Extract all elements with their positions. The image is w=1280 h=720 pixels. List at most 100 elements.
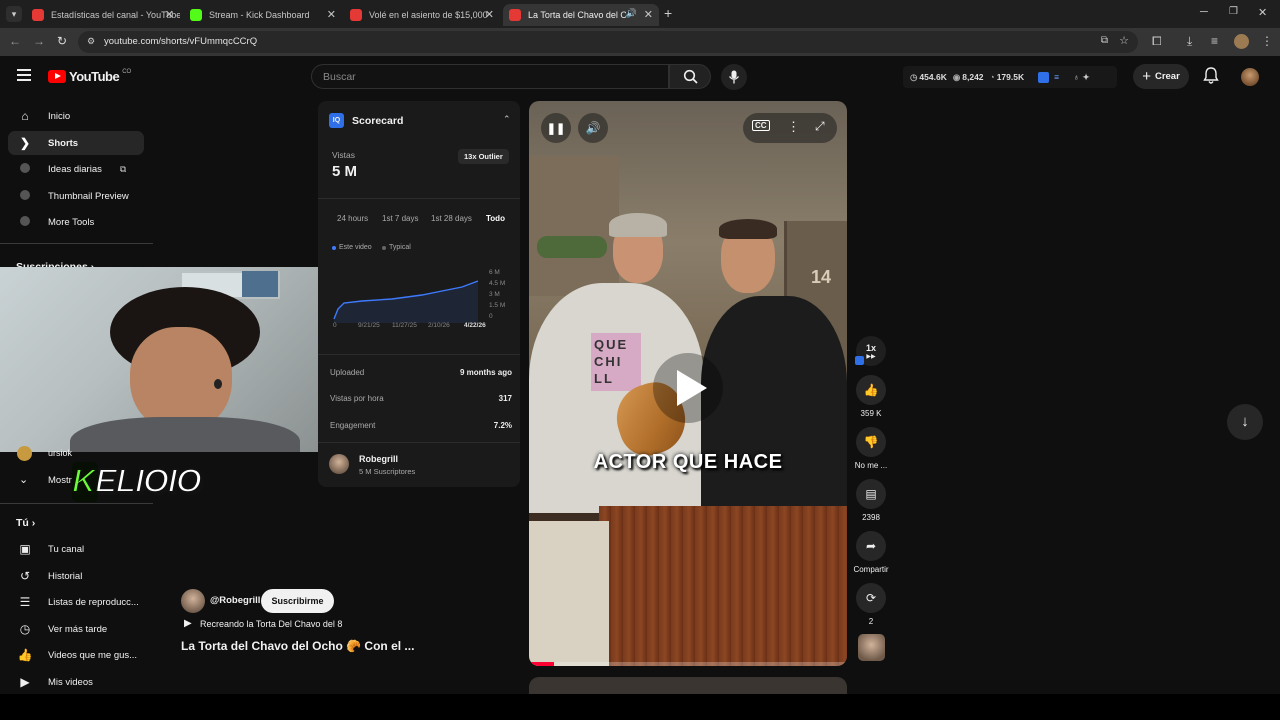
vidiq-icon xyxy=(16,162,34,176)
sidebar-item-ideas-diarias[interactable]: Ideas diarias ⧉ xyxy=(8,157,144,181)
youtube-logo[interactable]: YouTube CO xyxy=(48,69,131,84)
clock-icon: ◷ xyxy=(910,71,918,82)
back-icon[interactable]: ← xyxy=(9,34,21,48)
panel-divider xyxy=(318,198,520,199)
browser-toolbar: ← → ↻ ⚙ youtube.com/shorts/vFUmmqcCCrQ ⧉… xyxy=(0,28,1280,56)
captions-icon[interactable]: CC xyxy=(752,120,770,131)
hamburger-menu-icon[interactable] xyxy=(17,69,31,81)
close-tab-icon[interactable]: ✕ xyxy=(485,8,494,21)
play-overlay-button[interactable] xyxy=(653,353,723,423)
close-tab-icon[interactable]: ✕ xyxy=(165,8,174,21)
external-link-icon: ⧉ xyxy=(119,163,127,174)
collapse-chevron-icon[interactable]: ⌃ xyxy=(503,114,511,125)
sidebar-item-label: Shorts xyxy=(48,137,79,149)
chrome-menu-icon[interactable]: ⋮ xyxy=(1261,34,1273,48)
playlist-title[interactable]: Recreando la Torta Del Chavo del 8 xyxy=(200,619,342,629)
sidebar-item-mis-videos[interactable]: ▶ Mis videos xyxy=(8,670,144,694)
short-channel-handle[interactable]: @Robegrill xyxy=(210,595,260,606)
video-progress-fill xyxy=(529,662,555,666)
sidebar-item-liked-videos[interactable]: 👍 Videos que me gus... xyxy=(8,643,144,667)
range-tab-7d[interactable]: 1st 7 days xyxy=(382,214,418,223)
filter-icon[interactable]: ≡ xyxy=(1054,72,1059,82)
sidebar-item-historial[interactable]: ↺ Historial xyxy=(8,564,144,588)
subscription-name[interactable]: ursiok xyxy=(48,448,72,458)
subscribe-button[interactable]: Suscribirme xyxy=(261,589,334,613)
x-tick: 9/21/25 xyxy=(358,322,380,329)
speaker-icon[interactable]: 🔊 xyxy=(626,8,637,19)
share-button[interactable]: ➦ Compartir xyxy=(853,531,889,574)
you-heading[interactable]: Tú › xyxy=(16,517,35,529)
fullscreen-icon[interactable]: ⤢ xyxy=(815,119,825,134)
url-text[interactable]: youtube.com/shorts/vFUmmqcCCrQ xyxy=(104,36,257,47)
reload-icon[interactable]: ↻ xyxy=(57,34,67,48)
search-box[interactable]: Buscar xyxy=(311,64,669,89)
sidebar-item-inicio[interactable]: ⌂ Inicio xyxy=(8,104,144,128)
shorts-icon: ❯ xyxy=(19,136,31,150)
create-button[interactable]: + Crear xyxy=(1133,64,1189,89)
media-controls-icon[interactable]: ≡ xyxy=(1211,34,1218,48)
browser-tab-1[interactable]: Estadísticas del canal - YouTube ✕ xyxy=(26,4,180,26)
install-app-icon[interactable]: ⧉ xyxy=(1101,35,1108,46)
search-input[interactable]: Buscar xyxy=(323,71,356,83)
extensions-icon[interactable]: ⧠ xyxy=(1152,34,1162,49)
address-bar[interactable]: ⚙ youtube.com/shorts/vFUmmqcCCrQ ⧉ ☆ xyxy=(78,31,1138,53)
bookmark-star-icon[interactable]: ☆ xyxy=(1119,34,1129,47)
short-channel-avatar[interactable] xyxy=(181,589,205,613)
account-avatar[interactable] xyxy=(1241,68,1259,86)
vidiq-stats-bar[interactable]: ◷ 454.6K ◉ 8,242 ◔ 179.5K ≡ ♁ ✦ xyxy=(903,66,1117,88)
stat-label: Vistas por hora xyxy=(330,394,384,403)
download-icon[interactable]: ⤓ xyxy=(1187,34,1192,49)
close-tab-icon[interactable]: ✕ xyxy=(327,8,336,21)
audio-source-thumbnail[interactable] xyxy=(858,634,885,661)
video-progress-bar[interactable] xyxy=(529,662,847,666)
sidebar-item-playlists[interactable]: ☰ Listas de reproducc... xyxy=(8,590,144,614)
more-options-icon[interactable]: ⋮ xyxy=(787,119,800,135)
like-button[interactable]: 👍 359 K xyxy=(853,375,889,418)
channel-name[interactable]: Robegrill xyxy=(359,454,398,464)
sidebar-item-more-tools[interactable]: More Tools xyxy=(8,210,144,234)
sparkle-icon[interactable]: ✦ xyxy=(1082,72,1089,83)
stat-label: Engagement xyxy=(330,421,376,430)
show-more-label[interactable]: Mostr xyxy=(48,475,72,486)
shorts-video-player[interactable]: 14 QUE CHI LL ❚❚ 🔊 CC ⋮ ⤢ ACTOR QUE HACE xyxy=(529,101,847,666)
sidebar-item-label: Mis videos xyxy=(48,676,93,688)
minimize-icon[interactable]: ─ xyxy=(1200,6,1208,18)
short-title[interactable]: La Torta del Chavo del Ocho 🥐 Con el ... xyxy=(181,639,414,653)
trophy-icon[interactable]: ♁ xyxy=(1073,72,1079,82)
vidiq-mini-icon[interactable] xyxy=(855,356,864,365)
range-tab-todo[interactable]: Todo xyxy=(486,214,505,223)
chevron-down-icon[interactable]: ⌄ xyxy=(19,473,28,486)
close-tab-icon[interactable]: ✕ xyxy=(644,8,653,21)
browser-tab-3[interactable]: Volé en el asiento de $15,000 c ✕ xyxy=(344,4,500,26)
sidebar-item-shorts[interactable]: ❯ Shorts xyxy=(8,131,144,155)
search-button[interactable] xyxy=(669,64,711,89)
x-tick: 2/10/26 xyxy=(428,322,450,329)
site-info-icon[interactable]: ⚙ xyxy=(87,36,95,47)
profile-avatar[interactable] xyxy=(1234,34,1249,49)
volume-button[interactable]: 🔊 xyxy=(578,113,608,143)
comments-button[interactable]: ▤ 2398 xyxy=(853,479,889,522)
forward-icon[interactable]: → xyxy=(33,34,45,48)
notifications-bell-icon[interactable] xyxy=(1203,67,1219,90)
channel-avatar[interactable] xyxy=(329,454,349,474)
next-short-button[interactable]: ↓ xyxy=(1227,404,1263,440)
dislike-button[interactable]: 👎 No me ... xyxy=(853,427,889,470)
voice-search-button[interactable] xyxy=(721,64,747,90)
browser-tab-2[interactable]: Stream - Kick Dashboard ✕ xyxy=(184,4,342,26)
sidebar-item-tu-canal[interactable]: ▣ Tu canal xyxy=(8,537,144,561)
tab-search-button[interactable]: ▾ xyxy=(6,6,22,22)
sidebar-item-thumbnail-preview[interactable]: Thumbnail Preview xyxy=(8,184,144,208)
range-tab-28d[interactable]: 1st 28 days xyxy=(431,214,472,223)
pause-button[interactable]: ❚❚ xyxy=(541,113,571,143)
remix-button[interactable]: ⟳ 2 xyxy=(853,583,889,626)
restore-icon[interactable]: ❐ xyxy=(1229,6,1238,17)
playlist-play-icon[interactable]: ▶ xyxy=(184,618,192,629)
close-window-icon[interactable]: ✕ xyxy=(1258,6,1267,19)
new-tab-button[interactable]: + xyxy=(664,5,672,21)
range-tab-24h[interactable]: 24 hours xyxy=(337,214,368,223)
subscription-avatar[interactable] xyxy=(17,446,32,461)
sidebar-item-ver-mas-tarde[interactable]: ◷ Ver más tarde xyxy=(8,617,144,641)
browser-tab-active[interactable]: La Torta del Chavo del Och 🔊 ✕ xyxy=(503,4,659,26)
panel-divider xyxy=(318,442,520,443)
vidiq-icon[interactable] xyxy=(1038,71,1050,83)
